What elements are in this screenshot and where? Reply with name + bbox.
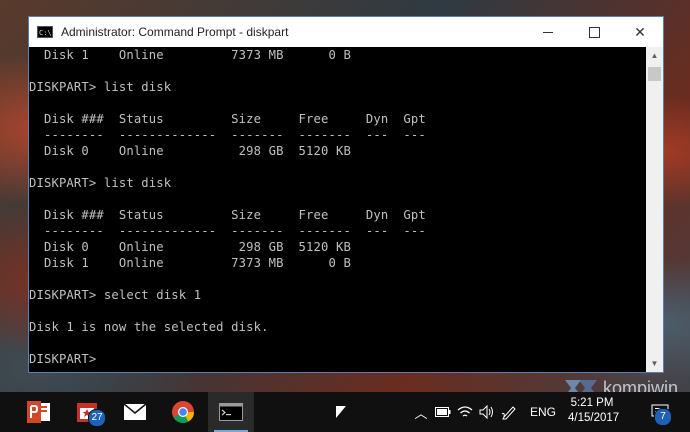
console-line: Disk ### Status Size Free Dyn Gpt bbox=[29, 208, 426, 222]
console-line: DISKPART> select disk 1 bbox=[29, 288, 202, 302]
cmd-icon bbox=[219, 403, 243, 421]
console-line: Disk 1 Online 7373 MB 0 B bbox=[29, 48, 351, 62]
mouse-cursor-icon bbox=[336, 406, 346, 418]
cmd-window-icon[interactable]: C:\ bbox=[37, 26, 53, 38]
command-prompt-window[interactable]: C:\ Administrator: Command Prompt - disk… bbox=[28, 16, 664, 373]
volume-button[interactable] bbox=[476, 392, 498, 432]
scroll-down-button[interactable]: ▼ bbox=[646, 355, 663, 372]
scroll-up-button[interactable]: ▲ bbox=[646, 47, 663, 64]
action-center-button[interactable]: 7 bbox=[640, 392, 680, 432]
console-line: Disk 0 Online 298 GB 5120 KB bbox=[29, 144, 351, 158]
system-tray: ︿ ENG bbox=[410, 392, 560, 432]
clock-date: 4/15/2017 bbox=[568, 412, 620, 424]
maximize-icon bbox=[588, 26, 600, 38]
title-bar[interactable]: C:\ Administrator: Command Prompt - disk… bbox=[29, 17, 663, 47]
chrome-icon bbox=[172, 401, 194, 423]
console-output[interactable]: Disk 1 Online 7373 MB 0 B DISKPART> list … bbox=[29, 47, 646, 372]
vertical-scrollbar[interactable]: ▲ ▼ bbox=[646, 47, 663, 372]
console-line: DISKPART> list disk bbox=[29, 80, 172, 94]
window-title: Administrator: Command Prompt - diskpart bbox=[61, 25, 289, 39]
console-line: DISKPART> list disk bbox=[29, 176, 172, 190]
console-line: Disk 1 is now the selected disk. bbox=[29, 320, 269, 334]
pen-button[interactable] bbox=[498, 392, 520, 432]
wifi-icon bbox=[457, 406, 473, 417]
taskbar-mail[interactable] bbox=[112, 392, 158, 432]
show-hidden-icons-button[interactable]: ︿ bbox=[410, 392, 432, 432]
minimize-button[interactable] bbox=[525, 17, 571, 47]
console-line: DISKPART> bbox=[29, 352, 104, 366]
powerpoint-icon bbox=[27, 401, 50, 423]
scroll-thumb[interactable] bbox=[648, 67, 661, 81]
console-line: Disk ### Status Size Free Dyn Gpt bbox=[29, 112, 426, 126]
close-button[interactable]: ✕ bbox=[617, 17, 663, 47]
taskbar-chrome[interactable] bbox=[160, 392, 206, 432]
close-icon: ✕ bbox=[634, 23, 646, 40]
chevron-up-icon: ︿ bbox=[414, 405, 428, 421]
console-line: Disk 0 Online 298 GB 5120 KB bbox=[29, 240, 351, 254]
taskbar-powerpoint[interactable] bbox=[16, 392, 62, 432]
clock[interactable]: 5:21 PM 4/15/2017 bbox=[568, 396, 620, 426]
console-line: Disk 1 Online 7373 MB 0 B bbox=[29, 256, 351, 270]
console-line: -------- ------------- ------- ------- -… bbox=[29, 224, 426, 238]
arrow-up-icon: ▲ bbox=[650, 51, 659, 60]
notification-badge: 7 bbox=[654, 408, 672, 426]
maximize-button[interactable] bbox=[571, 17, 617, 47]
input-language[interactable]: ENG bbox=[526, 405, 560, 419]
battery-icon bbox=[435, 407, 451, 417]
calendar-badge: 27 bbox=[88, 409, 106, 427]
speaker-icon bbox=[479, 405, 493, 419]
minimize-icon bbox=[543, 31, 553, 33]
taskbar-command-prompt[interactable] bbox=[208, 392, 254, 432]
network-button[interactable] bbox=[454, 392, 476, 432]
battery-button[interactable] bbox=[432, 392, 454, 432]
console-line: -------- ------------- ------- ------- -… bbox=[29, 128, 426, 142]
desktop-wallpaper: C:\ Administrator: Command Prompt - disk… bbox=[0, 0, 690, 398]
taskbar-calendar[interactable]: 27 bbox=[64, 392, 110, 432]
mail-icon bbox=[123, 403, 147, 420]
arrow-down-icon: ▼ bbox=[650, 359, 659, 368]
clock-time: 5:21 PM bbox=[570, 397, 614, 409]
pen-icon bbox=[501, 406, 516, 420]
